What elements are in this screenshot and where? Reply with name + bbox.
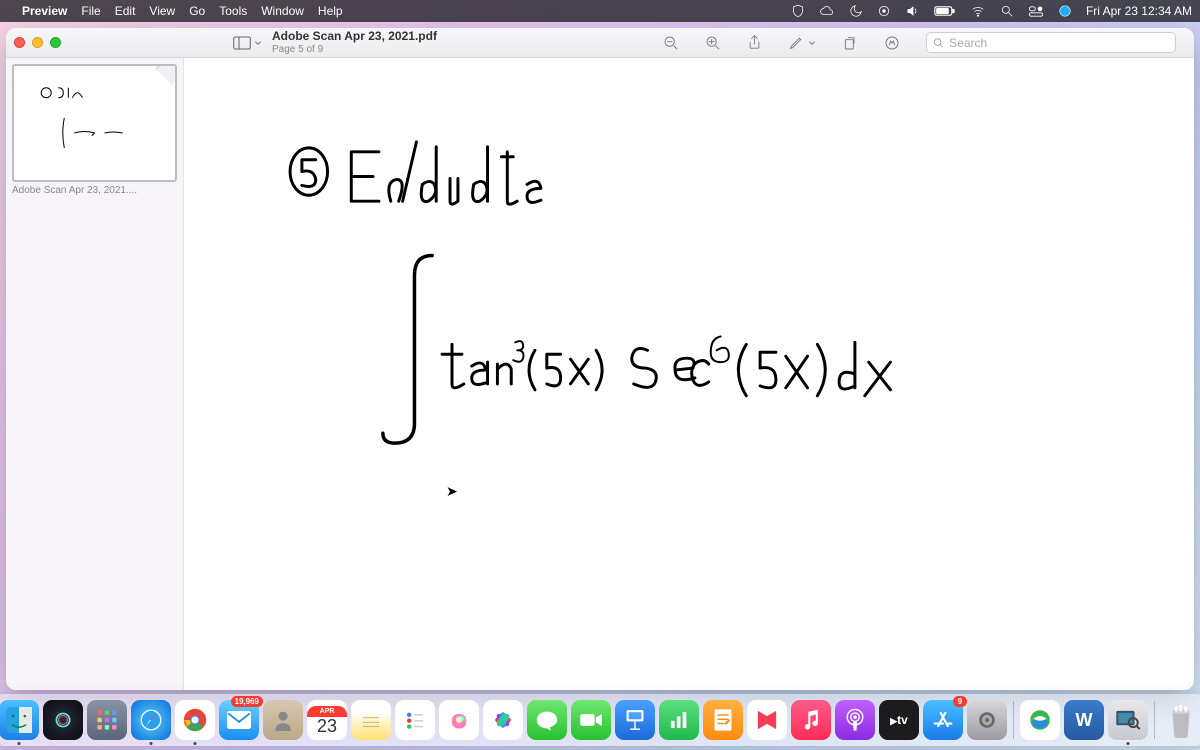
dock-facetime[interactable] bbox=[571, 700, 611, 740]
dock-safari[interactable] bbox=[131, 700, 171, 740]
calendar-month: APR bbox=[307, 706, 347, 717]
dock-news[interactable] bbox=[747, 700, 787, 740]
dock-podcasts[interactable] bbox=[835, 700, 875, 740]
mail-badge: 19,969 bbox=[231, 696, 263, 707]
dock-messages[interactable] bbox=[527, 700, 567, 740]
system-menubar: Preview File Edit View Go Tools Window H… bbox=[0, 0, 1200, 22]
sidebar-toggle-button[interactable] bbox=[233, 36, 262, 50]
share-button[interactable] bbox=[747, 34, 762, 51]
thumbnail-label: Adobe Scan Apr 23, 2021.... bbox=[12, 185, 177, 196]
menu-window[interactable]: Window bbox=[261, 4, 304, 18]
rotate-button[interactable] bbox=[842, 35, 858, 51]
menu-view[interactable]: View bbox=[149, 4, 175, 18]
calendar-day: 23 bbox=[317, 717, 337, 735]
appstore-badge: 9 bbox=[953, 696, 967, 707]
amphetamine-icon[interactable] bbox=[1058, 4, 1072, 18]
menu-edit[interactable]: Edit bbox=[115, 4, 136, 18]
dock-photos[interactable] bbox=[483, 700, 523, 740]
search-input[interactable] bbox=[949, 36, 1169, 50]
dock-notes[interactable] bbox=[351, 700, 391, 740]
document-page[interactable]: ➤ bbox=[184, 58, 1194, 690]
thumbnail-sidebar: Adobe Scan Apr 23, 2021.... bbox=[6, 58, 184, 690]
preview-window: Adobe Scan Apr 23, 2021.pdf Page 5 of 9 bbox=[6, 28, 1194, 690]
dock-finder[interactable] bbox=[0, 700, 39, 740]
word-label: W bbox=[1076, 710, 1093, 731]
document-title: Adobe Scan Apr 23, 2021.pdf bbox=[272, 30, 437, 43]
menu-file[interactable]: File bbox=[81, 4, 100, 18]
dock-tv[interactable]: ▶tv bbox=[879, 700, 919, 740]
search-field[interactable] bbox=[926, 32, 1176, 53]
close-button[interactable] bbox=[14, 37, 25, 48]
dock-calendar[interactable]: APR 23 bbox=[307, 700, 347, 740]
control-center-icon[interactable] bbox=[1028, 5, 1044, 18]
mouse-cursor: ➤ bbox=[446, 483, 458, 500]
minimize-button[interactable] bbox=[32, 37, 43, 48]
volume-icon[interactable] bbox=[905, 4, 920, 18]
zoom-out-button[interactable] bbox=[663, 35, 679, 51]
dock-siri[interactable] bbox=[43, 700, 83, 740]
page-indicator: Page 5 of 9 bbox=[272, 44, 437, 55]
cloud-status-icon[interactable] bbox=[819, 4, 835, 18]
do-not-disturb-icon[interactable] bbox=[849, 4, 863, 18]
zoom-button[interactable] bbox=[50, 37, 61, 48]
menu-go[interactable]: Go bbox=[189, 4, 205, 18]
zoom-in-button[interactable] bbox=[705, 35, 721, 51]
tv-label: ▶tv bbox=[890, 713, 908, 727]
window-controls bbox=[14, 37, 61, 48]
search-icon bbox=[933, 37, 944, 49]
chevron-down-icon bbox=[808, 39, 816, 47]
dock-pages[interactable] bbox=[703, 700, 743, 740]
spotlight-icon[interactable] bbox=[1000, 4, 1014, 18]
dock-mail[interactable]: 19,969 bbox=[219, 700, 259, 740]
dock-reminders[interactable] bbox=[395, 700, 435, 740]
dock-appstore[interactable]: 9 bbox=[923, 700, 963, 740]
dock-trash[interactable] bbox=[1161, 700, 1200, 740]
dock-separator bbox=[1013, 701, 1014, 739]
wifi-icon[interactable] bbox=[970, 4, 986, 18]
highlight-button[interactable] bbox=[884, 35, 900, 51]
dock-contacts[interactable] bbox=[263, 700, 303, 740]
dock-music[interactable] bbox=[791, 700, 831, 740]
dock-settings[interactable] bbox=[967, 700, 1007, 740]
app-menu[interactable]: Preview bbox=[22, 4, 67, 18]
dock-freeform[interactable] bbox=[439, 700, 479, 740]
dock-webapp[interactable] bbox=[1020, 700, 1060, 740]
dock-numbers[interactable] bbox=[659, 700, 699, 740]
shield-status-icon[interactable] bbox=[791, 4, 805, 18]
menubar-clock[interactable]: Fri Apr 23 12:34 AM bbox=[1086, 4, 1192, 18]
page-thumbnail[interactable] bbox=[12, 64, 177, 182]
markup-button[interactable] bbox=[788, 35, 816, 51]
dock-preview[interactable] bbox=[1108, 700, 1148, 740]
record-status-icon[interactable] bbox=[877, 4, 891, 18]
dock-separator-2 bbox=[1154, 701, 1155, 739]
dock-chrome[interactable] bbox=[175, 700, 215, 740]
dock-keynote[interactable] bbox=[615, 700, 655, 740]
dock-word[interactable]: W bbox=[1064, 700, 1104, 740]
dock: 19,969 APR 23 ▶tv bbox=[0, 694, 1200, 746]
battery-icon[interactable] bbox=[934, 5, 956, 17]
window-titlebar: Adobe Scan Apr 23, 2021.pdf Page 5 of 9 bbox=[6, 28, 1194, 58]
menu-help[interactable]: Help bbox=[318, 4, 343, 18]
chevron-down-icon bbox=[254, 39, 262, 47]
dock-launchpad[interactable] bbox=[87, 700, 127, 740]
menu-tools[interactable]: Tools bbox=[219, 4, 247, 18]
